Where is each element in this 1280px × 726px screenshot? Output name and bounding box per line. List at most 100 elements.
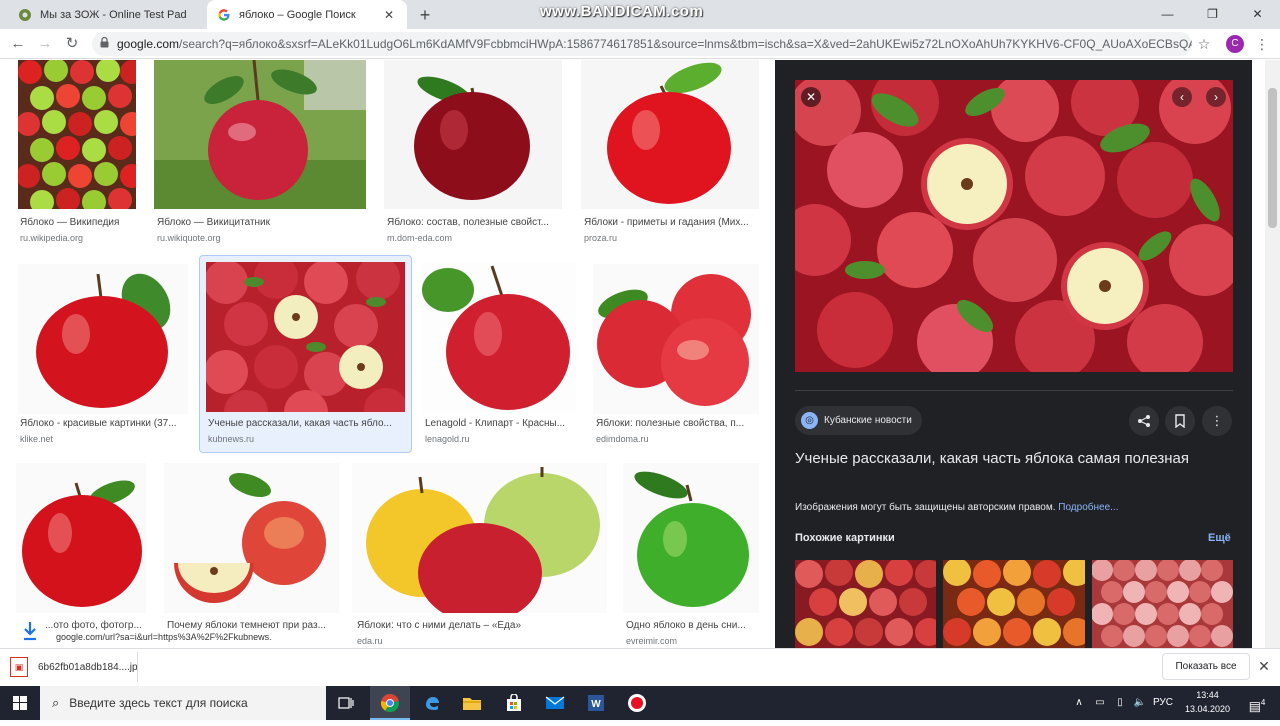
url-host: google.com [117,37,180,51]
forward-button[interactable]: → [34,33,56,55]
result-image-5[interactable] [18,264,188,414]
browser-toolbar: ← → ↻ google.com/search?q=яблоко&sxsrf=A… [0,29,1280,59]
result-caption[interactable]: Яблоки: что с ними делать – «Еда» [357,620,607,631]
panel-divider [795,390,1233,391]
result-domain: evreimir.com [626,636,678,646]
address-bar[interactable]: google.com/search?q=яблоко&sxsrf=ALeKk01… [92,32,1192,56]
result-image-2[interactable] [154,60,366,209]
maximize-button[interactable]: ❐ [1190,0,1235,29]
more-info-link[interactable]: Подробнее... [1058,502,1118,513]
result-domain: m.dom-eda.com [387,233,453,243]
source-chip[interactable]: ◎ Кубанские новости [795,406,922,435]
result-caption[interactable]: Яблоки - приметы и гадания (Мих... [584,217,764,228]
next-image-icon[interactable]: › [1206,87,1226,107]
result-image-3[interactable] [384,60,562,209]
recording-watermark: www.BANDICAM.com [540,3,704,20]
search-results-area: Яблоко — Википедия ru.wikipedia.org Ябло… [0,60,1280,648]
tab-close-icon[interactable]: ✕ [381,8,397,22]
tab-google-search[interactable]: яблоко – Google Поиск ✕ [207,0,407,29]
source-name: Кубанские новости [824,415,912,426]
taskbar-search-input[interactable]: ⌕ Введите здесь текст для поиска [40,686,326,720]
previous-image-icon[interactable]: ‹ [1172,87,1192,107]
notification-count: 4 [1260,698,1266,707]
taskbar-search-placeholder: Введите здесь текст для поиска [69,696,248,710]
volume-icon[interactable]: 🔈 [1130,686,1150,720]
related-image-1[interactable] [795,560,936,648]
result-caption[interactable]: Яблоко — Викицитатник [157,217,337,228]
result-image-12[interactable] [623,463,759,613]
battery-icon[interactable]: ▯ [1110,686,1130,720]
result-caption[interactable]: Почему яблоки темнеют при раз... [167,620,335,631]
download-arrow-icon [20,620,40,646]
notification-center-icon[interactable]: ▤4 [1242,686,1272,720]
result-image-7[interactable] [422,262,576,412]
preview-image[interactable] [795,80,1233,372]
minimize-button[interactable]: — [1145,0,1190,29]
result-image-11[interactable] [352,463,607,613]
close-window-button[interactable]: ✕ [1235,0,1280,29]
tray-expand-icon[interactable]: ∧ [1070,686,1088,720]
language-indicator[interactable]: РУС [1150,686,1176,720]
lock-icon [100,36,109,51]
store-taskbar-icon[interactable] [494,686,534,720]
scrollbar-thumb[interactable] [1268,88,1277,228]
related-image-2[interactable] [943,560,1085,648]
close-preview-icon[interactable]: ✕ [801,87,821,107]
browser-menu-icon[interactable]: ⋮ [1254,33,1270,55]
result-caption[interactable]: Одно яблоко в день сни... [626,620,754,631]
reload-button[interactable]: ↻ [61,33,83,55]
result-caption[interactable]: Яблоки: полезные свойства, п... [596,418,756,429]
status-bar-url: google.com/url?sa=i&url=https%3A%2F%2Fku… [56,632,272,642]
profile-avatar[interactable]: C [1226,35,1244,53]
result-image-10[interactable] [164,463,339,613]
preview-title[interactable]: Ученые рассказали, какая часть яблока са… [795,446,1225,471]
result-domain: proza.ru [584,233,618,243]
tab-online-test-pad[interactable]: Мы за ЗОЖ - Online Test Pad [8,0,206,29]
copyright-text: Изображения могут быть защищены авторски… [795,502,1056,513]
share-icon[interactable] [1129,406,1159,436]
result-image-9[interactable] [16,463,146,613]
windows-start-icon[interactable] [0,686,40,720]
task-view-icon[interactable] [326,686,366,720]
back-button[interactable]: ← [7,33,29,55]
result-caption[interactable]: Lenagold - Клипарт - Красны... [425,418,573,429]
related-image-3[interactable] [1092,560,1233,648]
file-explorer-taskbar-icon[interactable] [452,686,492,720]
clock-date: 13.04.2020 [1184,704,1231,714]
result-domain: ru.wikiquote.org [157,233,221,243]
result-image-8[interactable] [593,264,759,414]
new-tab-button[interactable]: + [414,4,436,26]
save-bookmark-icon[interactable] [1165,406,1195,436]
download-item[interactable]: ▣ 6b62fb01a8db184....jp [10,655,138,679]
tab-label: яблоко – Google Поиск [239,8,356,21]
result-image-4[interactable] [581,60,759,209]
mail-taskbar-icon[interactable] [535,686,575,720]
taskbar-clock[interactable]: 13:44 13.04.2020 [1180,688,1235,716]
download-separator [137,652,138,682]
related-heading: Похожие картинки [795,532,895,544]
word-taskbar-icon[interactable]: W [576,686,616,720]
close-download-shelf-icon[interactable]: ✕ [1256,657,1272,675]
notification-glyph: ▤ [1248,698,1261,714]
related-more-link[interactable]: Ещё [1208,532,1231,544]
download-file-name: 6b62fb01a8db184....jp [38,661,138,673]
bookmark-star-icon[interactable]: ☆ [1194,33,1214,55]
tab-favicon-icon [18,8,32,22]
url-path: /search?q=яблоко&sxsrf=ALeKk01LudgO6Lm6K… [179,37,1192,51]
result-image-6[interactable] [206,262,405,412]
result-caption[interactable]: ...ото фото, фотогр... [45,620,145,631]
edge-taskbar-icon[interactable] [412,686,452,720]
result-image-1[interactable] [18,60,136,209]
result-domain: lenagold.ru [425,434,470,444]
network-icon[interactable]: ▭ [1090,686,1110,720]
result-caption[interactable]: Ученые рассказали, какая часть ябло... [208,418,403,429]
result-domain: edimdoma.ru [596,434,649,444]
show-all-downloads-button[interactable]: Показать все [1162,653,1250,680]
result-domain: klike.net [20,434,54,444]
more-options-icon[interactable]: ⋮ [1202,406,1232,436]
bandicam-taskbar-icon[interactable] [617,686,657,720]
result-caption[interactable]: Яблоко: состав, полезные свойст... [387,217,567,228]
result-domain: kubnews.ru [208,434,255,444]
chrome-taskbar-icon[interactable] [370,686,410,720]
result-caption[interactable]: Яблоко - красивые картинки (37... [20,418,200,429]
